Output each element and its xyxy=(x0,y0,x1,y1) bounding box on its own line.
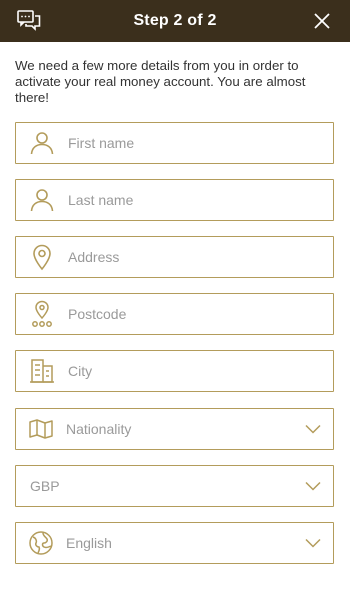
chat-icon xyxy=(17,10,41,32)
address-field[interactable]: Address xyxy=(15,236,334,278)
close-icon xyxy=(314,13,330,29)
intro-text: We need a few more details from you in o… xyxy=(15,58,306,105)
building-icon xyxy=(16,351,68,391)
city-placeholder: City xyxy=(68,363,93,379)
currency-select[interactable]: GBP xyxy=(15,465,334,507)
chevron-down-icon xyxy=(293,409,333,449)
currency-value: GBP xyxy=(30,478,60,494)
header-bar: Step 2 of 2 xyxy=(0,0,350,42)
language-value: English xyxy=(66,535,112,551)
first-name-field[interactable]: First name xyxy=(15,122,334,164)
person-icon xyxy=(16,180,68,220)
city-field[interactable]: City xyxy=(15,350,334,392)
last-name-field[interactable]: Last name xyxy=(15,179,334,221)
address-placeholder: Address xyxy=(68,249,120,265)
chevron-down-icon xyxy=(293,523,333,563)
nationality-value: Nationality xyxy=(66,421,132,437)
chat-button[interactable] xyxy=(16,9,42,33)
close-button[interactable] xyxy=(312,11,332,31)
first-name-placeholder: First name xyxy=(68,135,135,151)
page-title: Step 2 of 2 xyxy=(133,12,217,29)
map-pin-icon xyxy=(16,237,68,277)
person-icon xyxy=(16,123,68,163)
globe-icon xyxy=(16,523,66,563)
language-select[interactable]: English xyxy=(15,522,334,564)
postcode-pin-icon xyxy=(16,294,68,334)
postcode-placeholder: Postcode xyxy=(68,306,127,322)
map-icon xyxy=(16,409,66,449)
chevron-down-icon xyxy=(293,466,333,506)
last-name-placeholder: Last name xyxy=(68,192,134,208)
nationality-select[interactable]: Nationality xyxy=(15,408,334,450)
postcode-field[interactable]: Postcode xyxy=(15,293,334,335)
